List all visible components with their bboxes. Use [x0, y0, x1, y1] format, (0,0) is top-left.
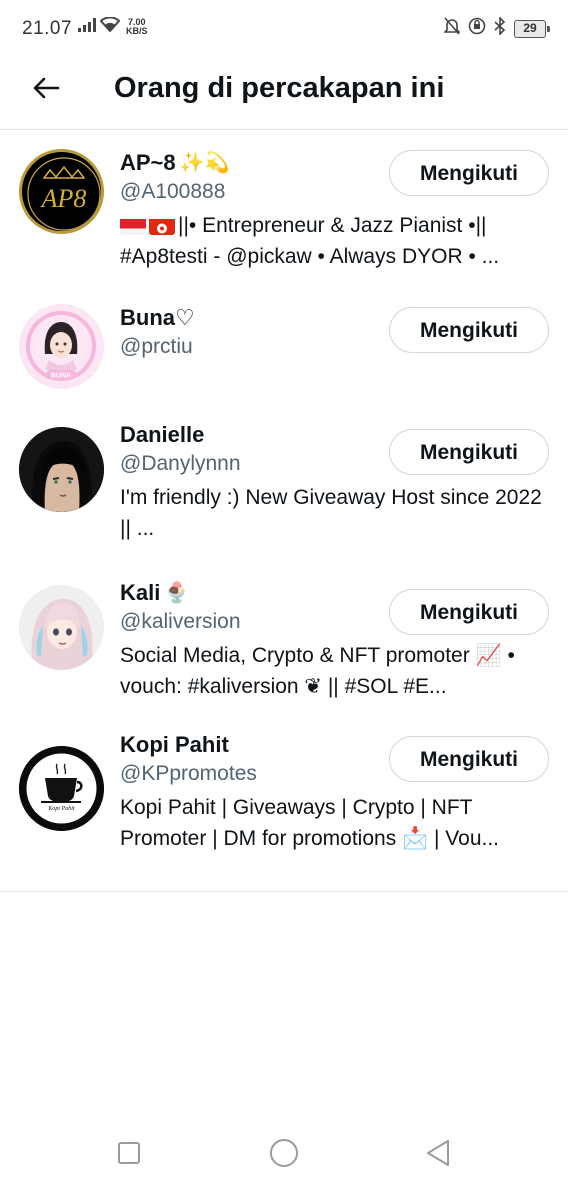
list-item[interactable]: Kopi Pahit Kopi Pahit @KPpromotes Kopi P…: [0, 727, 568, 891]
name-emoji: 🍨: [164, 582, 190, 604]
speed-unit: KB/S: [126, 26, 148, 36]
arrow-left-icon: [32, 76, 60, 105]
data-saver-icon: [468, 17, 486, 40]
following-button[interactable]: Mengikuti: [389, 429, 549, 475]
avatar[interactable]: [19, 585, 104, 670]
signal-icon: [78, 17, 96, 37]
user-bio: Kopi Pahit | Giveaways | Crypto | NFT Pr…: [120, 796, 500, 850]
following-button[interactable]: Mengikuti: [389, 307, 549, 353]
back-button[interactable]: [26, 70, 66, 110]
avatar-logo-text: BUNA: [51, 373, 71, 380]
page-title: Orang di percakapan ini: [114, 72, 445, 104]
name-emoji: ✨💫: [179, 152, 230, 174]
user-name: Kopi Pahit: [120, 732, 229, 757]
status-time: 21.07: [22, 18, 73, 39]
following-button[interactable]: Mengikuti: [389, 736, 549, 782]
user-name: Kali: [120, 580, 161, 605]
battery-icon: 29: [514, 19, 550, 38]
user-bio-text: ||• Entrepreneur & Jazz Pianist •|| #Ap8…: [120, 214, 500, 268]
recent-apps-button[interactable]: [118, 1142, 140, 1164]
wifi-icon: [99, 16, 121, 37]
bluetooth-icon: [494, 16, 506, 40]
following-button[interactable]: Mengikuti: [389, 589, 549, 635]
list-item[interactable]: Kali 🍨 @kaliversion Social Media, Crypto…: [0, 567, 568, 727]
hong-kong-flag-icon: [149, 216, 175, 235]
status-right-icons: 29: [443, 16, 550, 40]
network-speed: 7.00 KB/S: [126, 18, 148, 36]
avatar[interactable]: Kopi Pahit: [19, 746, 104, 831]
avatar[interactable]: AP8: [19, 149, 104, 234]
avatar[interactable]: BUNA: [19, 304, 104, 389]
header: Orang di percakapan ini: [0, 58, 568, 130]
user-list: AP8 AP~8 ✨💫 @A100888 ||• Entrepreneur & …: [0, 131, 568, 891]
divider: [0, 891, 568, 892]
avatar-logo-text: AP8: [40, 184, 87, 213]
list-item[interactable]: AP8 AP~8 ✨💫 @A100888 ||• Entrepreneur & …: [0, 131, 568, 281]
system-nav-bar: [0, 1120, 568, 1200]
following-button[interactable]: Mengikuti: [389, 150, 549, 196]
system-back-button[interactable]: [425, 1139, 451, 1172]
triangle-back-icon: [427, 1140, 449, 1166]
avatar[interactable]: [19, 427, 104, 512]
list-item[interactable]: Danielle @Danylynnn I'm friendly :) New …: [0, 409, 568, 567]
user-name: Buna♡: [120, 305, 195, 330]
user-bio: ||• Entrepreneur & Jazz Pianist •|| #Ap8…: [120, 210, 548, 272]
status-left-icons: 7.00 KB/S: [78, 16, 148, 37]
avatar-logo-text: Kopi Pahit: [47, 806, 75, 812]
indonesia-flag-icon: [120, 216, 146, 235]
user-name: Danielle: [120, 422, 205, 447]
home-button[interactable]: [270, 1139, 298, 1167]
user-name: AP~8: [120, 150, 176, 175]
user-bio: Social Media, Crypto & NFT promoter 📈 • …: [120, 644, 515, 698]
list-item[interactable]: BUNA Buna♡ @prctiu Mengikuti: [0, 281, 568, 409]
status-bar: 21.07 7.00 KB/S 29: [0, 0, 568, 58]
mute-bell-icon: [443, 17, 461, 40]
user-bio: I'm friendly :) New Giveaway Host since …: [120, 486, 542, 540]
